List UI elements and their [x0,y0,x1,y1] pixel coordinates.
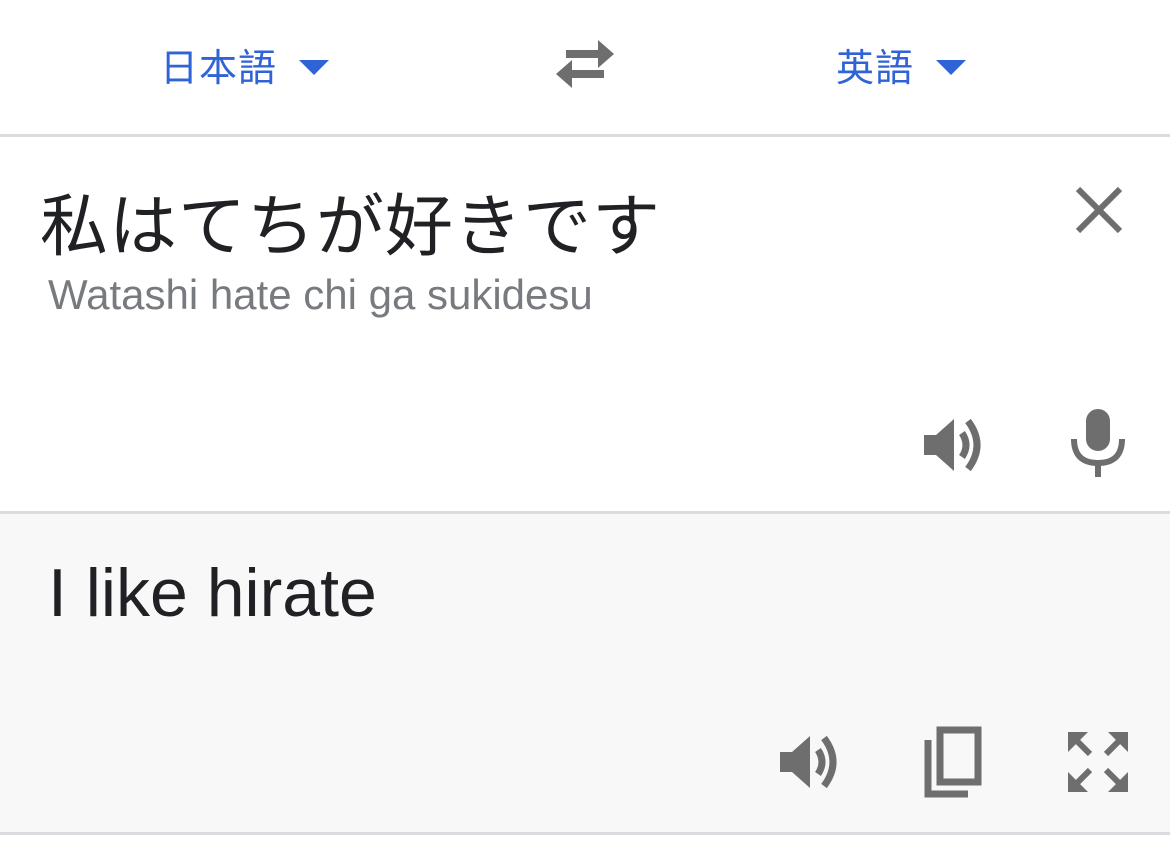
chevron-down-icon [299,59,330,75]
fullscreen-icon [1062,726,1134,798]
result-panel: I like hirate [0,514,1170,835]
language-bar: 日本語 英語 [0,0,1170,137]
source-panel: 私はてちが好きです Watashi hate chi ga sukidesu [0,137,1170,514]
fullscreen-button[interactable] [1062,726,1134,798]
copy-icon [918,724,988,800]
target-language-selector[interactable]: 英語 [836,34,967,94]
clear-button[interactable] [1068,179,1130,241]
close-icon [1068,179,1130,241]
chevron-down-icon [936,59,967,75]
source-language-selector[interactable]: 日本語 [160,34,330,94]
translation-result: I like hirate [48,555,377,631]
microphone-icon [1064,407,1132,479]
swap-languages-button[interactable] [550,34,620,94]
swap-horizontal-icon [550,34,620,94]
target-language-label: 英語 [836,45,915,90]
microphone-button[interactable] [1064,407,1132,479]
source-language-label: 日本語 [160,45,278,90]
speaker-icon [774,726,846,798]
result-listen-button[interactable] [774,726,846,798]
copy-button[interactable] [918,724,988,800]
source-romanization: Watashi hate chi ga sukidesu [48,271,593,318]
translate-app: 日本語 英語 私はてちが好きです Watashi hate chi ga suk… [0,0,1170,843]
speaker-icon [918,409,990,481]
source-text-input[interactable]: 私はてちが好きです [40,171,661,270]
source-listen-button[interactable] [918,409,990,481]
